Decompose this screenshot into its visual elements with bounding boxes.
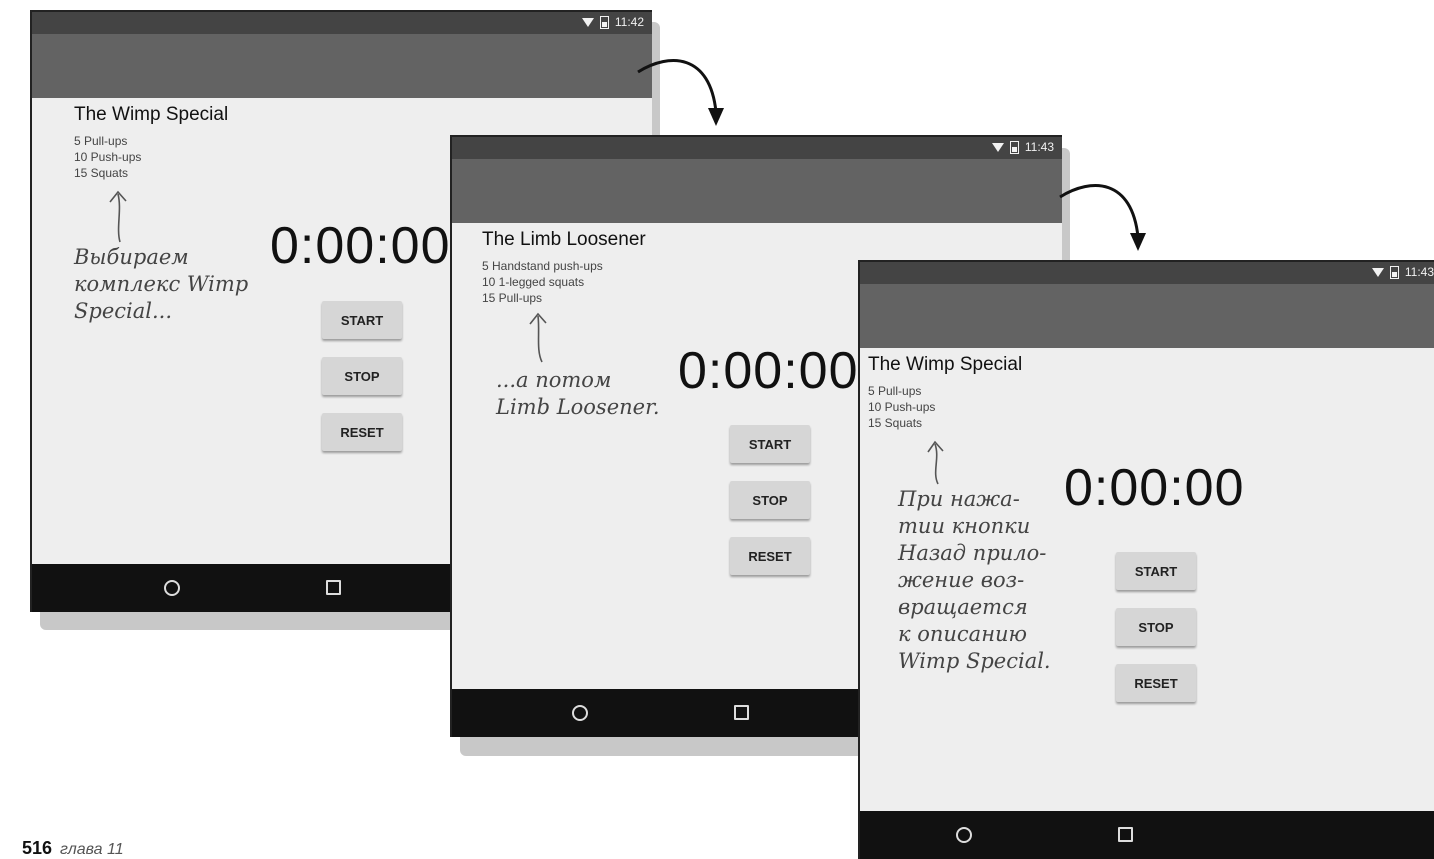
workout-line: 10 Push-ups bbox=[868, 400, 936, 414]
reset-button[interactable]: RESET bbox=[1116, 664, 1196, 702]
app-bar bbox=[32, 34, 652, 98]
annotation-choose-wimp: Выбираем комплекс Wimp Special... bbox=[74, 245, 249, 323]
app-bar bbox=[860, 284, 1434, 348]
workout-description: 5 Handstand push-ups 10 1-legged squats … bbox=[482, 258, 603, 306]
workout-description: 5 Pull-ups 10 Push-ups 15 Squats bbox=[868, 383, 935, 431]
chapter-label: глава 11 bbox=[60, 841, 124, 858]
status-bar: 11:42 bbox=[32, 12, 652, 34]
stop-button[interactable]: STOP bbox=[730, 481, 810, 519]
up-arrow-icon bbox=[109, 190, 127, 243]
workout-line: 15 Squats bbox=[868, 416, 923, 430]
workout-line: 10 Push-ups bbox=[74, 150, 142, 164]
workout-line: 5 Pull-ups bbox=[74, 134, 128, 148]
home-circle-icon[interactable] bbox=[956, 827, 972, 843]
reset-button[interactable]: RESET bbox=[322, 413, 402, 451]
workout-title: The Limb Loosener bbox=[482, 229, 646, 250]
workout-line: 10 1-legged squats bbox=[482, 275, 585, 289]
status-time: 11:42 bbox=[614, 15, 644, 29]
status-bar: 11:43 bbox=[860, 262, 1434, 284]
up-arrow-icon bbox=[927, 440, 944, 485]
start-button[interactable]: START bbox=[1116, 552, 1196, 590]
workout-title: The Wimp Special bbox=[868, 354, 1023, 375]
wifi-icon bbox=[991, 142, 1004, 152]
workout-line: 5 Handstand push-ups bbox=[482, 259, 603, 273]
recent-apps-square-icon[interactable] bbox=[326, 580, 341, 595]
curved-arrow-icon bbox=[637, 59, 724, 126]
workout-description: 5 Pull-ups 10 Push-ups 15 Squats bbox=[74, 133, 141, 181]
up-arrow-icon bbox=[529, 312, 547, 363]
recent-apps-square-icon[interactable] bbox=[734, 705, 749, 720]
workout-line: 15 Squats bbox=[74, 166, 129, 180]
status-bar: 11:43 bbox=[452, 137, 1062, 159]
start-button[interactable]: START bbox=[730, 425, 810, 463]
page-footer: 516 глава 11 bbox=[22, 838, 124, 859]
workout-line: 15 Pull-ups bbox=[482, 291, 543, 305]
stopwatch-time: 0:00:00 bbox=[1064, 459, 1245, 517]
home-circle-icon[interactable] bbox=[572, 705, 588, 721]
status-icons: 11:42 bbox=[581, 15, 644, 29]
wifi-icon bbox=[581, 17, 594, 27]
battery-icon bbox=[599, 15, 609, 29]
app-bar bbox=[452, 159, 1062, 223]
stop-button[interactable]: STOP bbox=[1116, 608, 1196, 646]
annotation-then-limb: ...а потом Limb Loosener. bbox=[496, 368, 660, 419]
battery-icon bbox=[1009, 140, 1019, 154]
status-icons: 11:43 bbox=[991, 140, 1054, 154]
curved-arrow-icon bbox=[1059, 184, 1146, 251]
reset-button[interactable]: RESET bbox=[730, 537, 810, 575]
navigation-bar bbox=[860, 811, 1434, 859]
battery-icon bbox=[1389, 265, 1399, 279]
page-number: 516 bbox=[22, 838, 53, 858]
stop-button[interactable]: STOP bbox=[322, 357, 402, 395]
stopwatch-time: 0:00:00 bbox=[270, 217, 451, 275]
recent-apps-square-icon[interactable] bbox=[1118, 827, 1133, 842]
annotation-back-button: При нажа- тии кнопки Назад прило- жение … bbox=[898, 487, 1051, 673]
workout-line: 5 Pull-ups bbox=[868, 384, 922, 398]
status-time: 11:43 bbox=[1024, 140, 1054, 154]
wifi-icon bbox=[1371, 267, 1384, 277]
stopwatch-time: 0:00:00 bbox=[678, 342, 859, 400]
status-icons: 11:43 bbox=[1371, 265, 1434, 279]
status-time: 11:43 bbox=[1404, 265, 1434, 279]
workout-title: The Wimp Special bbox=[74, 104, 229, 125]
start-button[interactable]: START bbox=[322, 301, 402, 339]
home-circle-icon[interactable] bbox=[164, 580, 180, 596]
